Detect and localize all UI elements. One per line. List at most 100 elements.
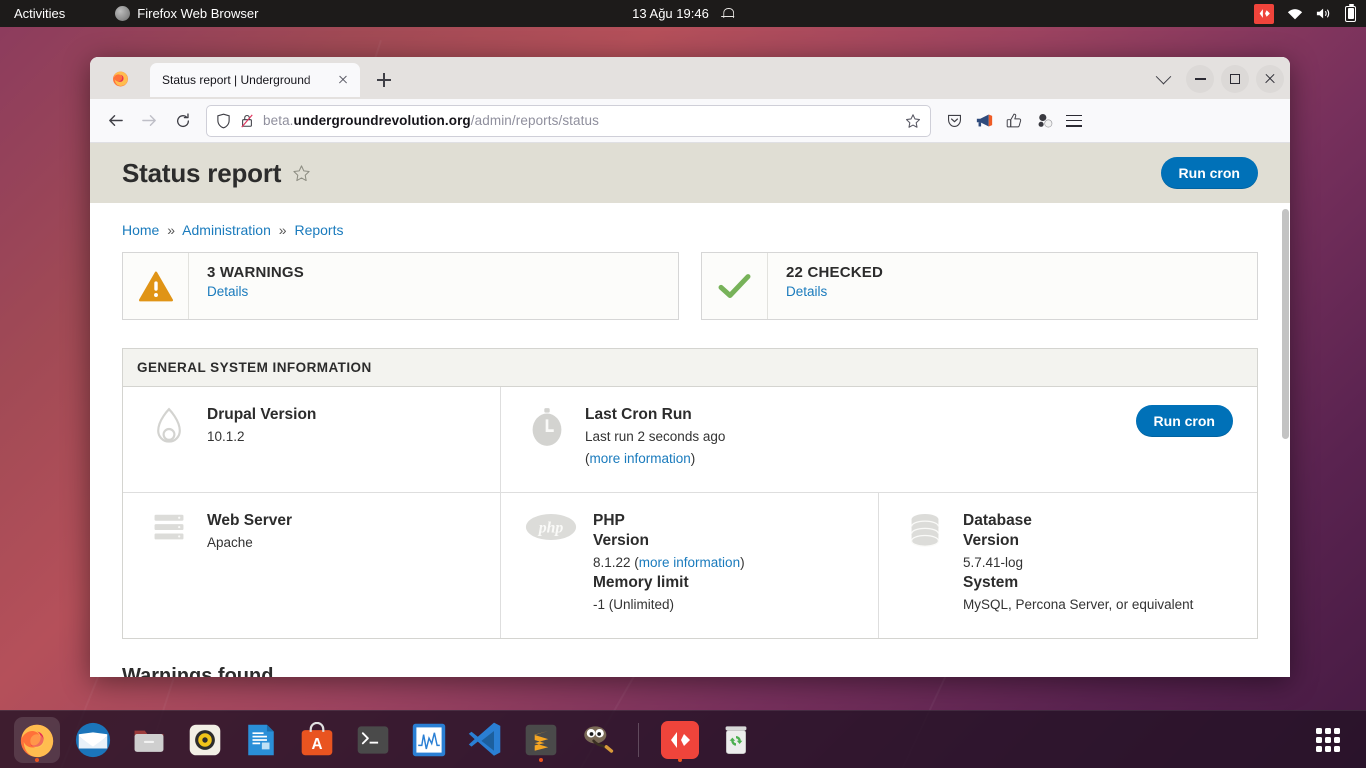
thunderbird-glyph-icon <box>75 722 111 757</box>
gimp-wilber-icon <box>584 725 614 753</box>
warning-triangle-icon <box>138 271 173 301</box>
megaphone-icon <box>976 114 992 127</box>
dock-item-rhythmbox[interactable] <box>182 717 228 763</box>
anydesk-glyph-icon <box>671 731 690 748</box>
thunderbird-icon <box>74 721 112 759</box>
breadcrumb-item-home[interactable]: Home <box>122 222 159 238</box>
active-app-menu[interactable]: Firefox Web Browser <box>115 6 258 21</box>
rhythmbox-icon <box>186 721 224 759</box>
dock-item-terminal[interactable] <box>350 717 396 763</box>
tab-title: Status report | Underground <box>162 73 311 87</box>
dock-item-gimp[interactable] <box>574 717 620 763</box>
page-scrollbar[interactable] <box>1281 143 1290 677</box>
close-icon[interactable] <box>334 71 352 89</box>
firefox-icon <box>18 721 56 759</box>
system-tray[interactable] <box>1254 3 1356 24</box>
cell-sub-label-system: System <box>963 574 1019 592</box>
dock-item-thunderbird[interactable] <box>70 717 116 763</box>
pocket-button[interactable] <box>939 106 969 136</box>
close-window-button[interactable] <box>1256 65 1284 93</box>
summary-details-link[interactable]: Details <box>207 284 248 299</box>
panel-heading: GENERAL SYSTEM INFORMATION <box>123 349 1257 387</box>
general-system-information-panel: GENERAL SYSTEM INFORMATION Drupal Versio… <box>122 348 1258 639</box>
running-indicator <box>678 757 682 762</box>
dock-item-firefox[interactable] <box>14 716 60 763</box>
list-all-tabs-button[interactable] <box>1147 63 1179 95</box>
clock-label: 13 Ağu 19:46 <box>632 6 709 21</box>
panel-row: Web Server Apache php PHP Version 8.1.22… <box>123 492 1257 638</box>
app-menu-button[interactable] <box>1059 106 1089 136</box>
dock-items: A <box>0 716 759 763</box>
sublime-text-icon <box>522 721 560 759</box>
cell-body: Drupal Version 10.1.2 <box>207 405 486 470</box>
anydesk-tray-icon[interactable] <box>1254 3 1274 24</box>
molecule-extension-button[interactable] <box>1029 106 1059 136</box>
dock-item-sublime-text[interactable] <box>518 717 564 763</box>
active-app-label: Firefox Web Browser <box>137 6 259 21</box>
php-version-suffix: ) <box>740 554 745 570</box>
battery-icon[interactable] <box>1345 3 1356 22</box>
anydesk-glyph-icon <box>1259 9 1270 18</box>
dock-item-ubuntu-software[interactable]: A <box>294 717 340 763</box>
page-viewport: Status report Run cron Home » Administra… <box>90 143 1290 677</box>
cell-icon-container <box>147 511 191 616</box>
summary-details-link[interactable]: Details <box>786 284 827 299</box>
notifications-bell-icon[interactable] <box>720 7 734 21</box>
svg-text:A: A <box>311 736 322 753</box>
volume-icon[interactable] <box>1316 7 1332 20</box>
new-tab-button[interactable] <box>368 64 400 96</box>
summary-card-checked: 22 CHECKED Details <box>701 252 1258 320</box>
minimize-icon <box>1194 78 1206 80</box>
minimize-button[interactable] <box>1186 65 1214 93</box>
cell-value: Apache <box>207 534 253 550</box>
firefox-logo-icon <box>112 71 128 86</box>
clock-area[interactable]: 13 Ağu 19:46 <box>632 6 734 21</box>
forward-button[interactable] <box>132 105 166 137</box>
cell-sub-value-version: 5.7.41-log <box>963 554 1024 570</box>
thumbs-up-extension-button[interactable] <box>999 106 1029 136</box>
favorite-star-icon[interactable] <box>292 164 311 183</box>
reload-button[interactable] <box>166 105 200 137</box>
dock-item-anydesk[interactable] <box>657 717 703 763</box>
more-information-link[interactable]: more information <box>639 555 740 570</box>
tracking-protection-shield-icon[interactable] <box>216 113 231 129</box>
cell-last-cron-run: Last Cron Run Last run 2 seconds ago (mo… <box>501 387 1257 492</box>
breadcrumb-item-administration[interactable]: Administration <box>182 222 271 238</box>
cell-body: Web Server Apache <box>207 511 486 616</box>
ubuntu-software-icon: A <box>298 721 336 759</box>
scrollbar-thumb[interactable] <box>1282 209 1289 439</box>
summary-icon-container <box>123 253 189 319</box>
dock-item-system-monitor[interactable] <box>406 717 452 763</box>
page-header: Status report Run cron <box>90 143 1290 203</box>
breadcrumb-separator: » <box>167 222 176 238</box>
insecure-connection-lock-icon[interactable] <box>240 113 254 129</box>
run-cron-button-header[interactable]: Run cron <box>1160 157 1258 189</box>
megaphone-extension-button[interactable] <box>969 106 999 136</box>
summary-title: 3 WARNINGS <box>207 264 305 281</box>
wifi-icon[interactable] <box>1287 8 1303 20</box>
more-information-link[interactable]: more information <box>590 451 691 466</box>
maximize-button[interactable] <box>1221 65 1249 93</box>
show-applications-button[interactable] <box>1316 727 1340 752</box>
url-bar[interactable]: beta.undergroundrevolution.org/admin/rep… <box>206 104 931 137</box>
breadcrumb-item-reports[interactable]: Reports <box>294 222 343 238</box>
breadcrumb-separator: » <box>278 222 287 238</box>
bookmark-star-icon[interactable] <box>905 113 921 129</box>
sublime-glyph-icon <box>525 724 557 755</box>
dock-item-trash[interactable] <box>713 717 759 763</box>
back-button[interactable] <box>98 105 132 137</box>
firefox-icon <box>115 6 131 21</box>
cell-sub-value-memory-limit: -1 (Unlimited) <box>593 597 675 613</box>
dock-item-libreoffice-writer[interactable] <box>238 717 284 763</box>
browser-tab[interactable]: Status report | Underground <box>150 63 360 97</box>
activities-button[interactable]: Activities <box>0 6 75 21</box>
firefox-window: Status report | Underground beta.undergr… <box>90 57 1290 677</box>
libreoffice-writer-icon <box>242 721 280 759</box>
chevron-down-icon <box>1155 68 1171 84</box>
dock-item-vs-code[interactable] <box>462 717 508 763</box>
check-mark-icon <box>718 273 751 298</box>
document-icon <box>248 724 274 755</box>
cell-title: Drupal Version <box>207 406 317 423</box>
run-cron-button-inline[interactable]: Run cron <box>1135 405 1233 437</box>
dock-item-files[interactable] <box>126 717 172 763</box>
